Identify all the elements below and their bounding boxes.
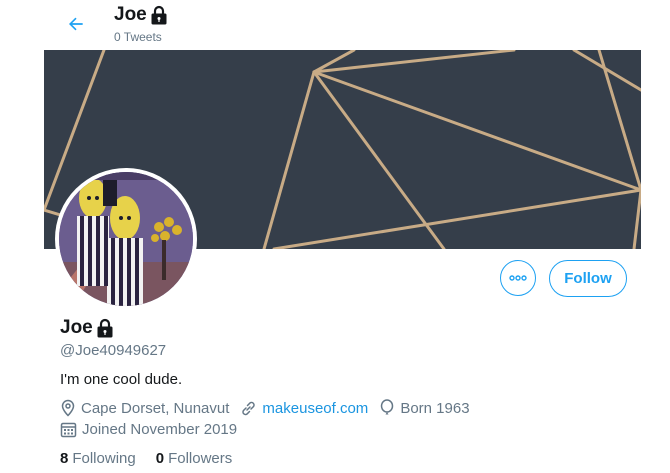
back-button[interactable] (60, 8, 92, 40)
follow-counts: 8 Following 0 Followers (60, 450, 252, 467)
birthdate-text: Born 1963 (400, 399, 470, 417)
location-pin-icon (61, 399, 75, 417)
following-label: Following (72, 450, 136, 467)
following-count[interactable]: 8 Following (60, 450, 136, 467)
tweet-count: 0 Tweets (114, 30, 162, 44)
website[interactable]: makeuseof.com (240, 400, 368, 417)
website-link[interactable]: makeuseof.com (262, 400, 368, 417)
location-text: Cape Dorset, Nunavut (81, 399, 230, 417)
more-icon (509, 275, 527, 281)
balloon-icon (381, 399, 394, 415)
lock-icon (97, 318, 113, 338)
profile-name-text: Joe (60, 317, 93, 338)
lock-icon (151, 5, 167, 25)
avatar-image (59, 172, 193, 306)
followers-number: 0 (155, 450, 165, 467)
followers-count[interactable]: 0 Followers (156, 450, 233, 467)
profile-handle: @Joe40949627 (60, 342, 167, 359)
join-date: Joined November 2019 (60, 421, 248, 438)
header-title: Joe (114, 4, 168, 26)
calendar-icon (60, 422, 77, 438)
join-date-item: Joined November 2019 (60, 421, 237, 438)
location: Cape Dorset, Nunavut (60, 399, 229, 417)
profile-meta: Cape Dorset, Nunavut makeuseof.com Born … (60, 399, 481, 417)
birthdate: Born 1963 (379, 399, 470, 417)
join-date-text: Joined November 2019 (82, 421, 238, 438)
avatar[interactable] (55, 168, 197, 310)
following-number: 8 (60, 450, 69, 467)
more-options-button[interactable] (500, 260, 536, 296)
follow-button[interactable]: Follow (549, 260, 627, 297)
header-name: Joe (114, 4, 147, 25)
follow-button-label: Follow (564, 270, 612, 287)
arrow-left-icon (69, 17, 83, 31)
link-icon (242, 401, 256, 415)
profile-name: Joe (60, 317, 114, 339)
profile-bio: I'm one cool dude. (60, 371, 183, 388)
followers-label: Followers (168, 450, 233, 467)
profile-header: Joe 0 Tweets (0, 0, 670, 48)
